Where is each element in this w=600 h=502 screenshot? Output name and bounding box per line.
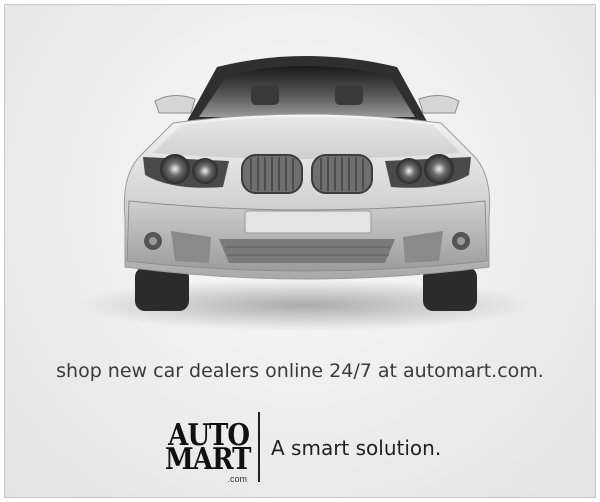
divider	[258, 412, 260, 482]
brand-row: AUTO MART .com A smart solution.	[5, 410, 595, 484]
banner-ad[interactable]: shop new car dealers online 24/7 at auto…	[4, 4, 596, 498]
logo-line-mart: MART	[165, 442, 251, 478]
tagline: shop new car dealers online 24/7 at auto…	[56, 360, 544, 382]
automart-logo[interactable]: AUTO MART .com	[165, 421, 251, 484]
car-image	[5, 5, 595, 335]
slogan: A smart solution.	[271, 436, 442, 460]
